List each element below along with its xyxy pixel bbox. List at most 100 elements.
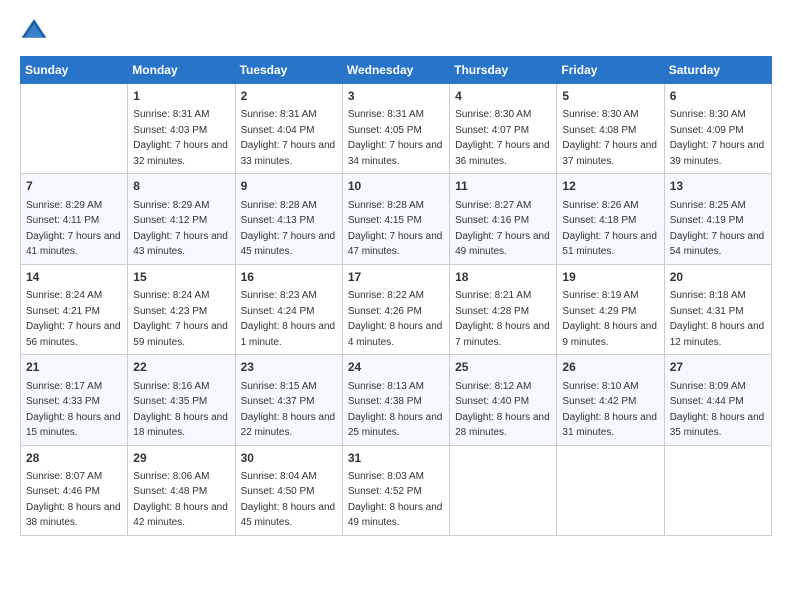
sunrise-text: Sunrise: 8:06 AM [133, 471, 209, 482]
day-number: 22 [133, 359, 229, 376]
calendar-cell: 12 Sunrise: 8:26 AM Sunset: 4:18 PM Dayl… [557, 174, 664, 264]
sunset-text: Sunset: 4:40 PM [455, 396, 529, 407]
day-number: 23 [241, 359, 337, 376]
day-number: 26 [562, 359, 658, 376]
sunset-text: Sunset: 4:48 PM [133, 486, 207, 497]
page-header [20, 16, 772, 44]
sunrise-text: Sunrise: 8:28 AM [241, 200, 317, 211]
daylight-text: Daylight: 7 hours and 49 minutes. [455, 231, 550, 258]
sunset-text: Sunset: 4:13 PM [241, 215, 315, 226]
sunset-text: Sunset: 4:18 PM [562, 215, 636, 226]
sunrise-text: Sunrise: 8:29 AM [26, 200, 102, 211]
header-cell-wednesday: Wednesday [342, 57, 449, 84]
daylight-text: Daylight: 8 hours and 12 minutes. [670, 321, 765, 348]
day-number: 4 [455, 88, 551, 105]
day-number: 24 [348, 359, 444, 376]
sunset-text: Sunset: 4:44 PM [670, 396, 744, 407]
calendar-cell: 6 Sunrise: 8:30 AM Sunset: 4:09 PM Dayli… [664, 84, 771, 174]
calendar-cell: 27 Sunrise: 8:09 AM Sunset: 4:44 PM Dayl… [664, 355, 771, 445]
sunrise-text: Sunrise: 8:24 AM [133, 290, 209, 301]
calendar-cell: 3 Sunrise: 8:31 AM Sunset: 4:05 PM Dayli… [342, 84, 449, 174]
calendar-cell [450, 445, 557, 535]
header-cell-saturday: Saturday [664, 57, 771, 84]
daylight-text: Daylight: 8 hours and 15 minutes. [26, 412, 121, 439]
day-number: 28 [26, 450, 122, 467]
daylight-text: Daylight: 7 hours and 47 minutes. [348, 231, 443, 258]
calendar-cell: 22 Sunrise: 8:16 AM Sunset: 4:35 PM Dayl… [128, 355, 235, 445]
calendar-cell: 30 Sunrise: 8:04 AM Sunset: 4:50 PM Dayl… [235, 445, 342, 535]
day-number: 27 [670, 359, 766, 376]
sunset-text: Sunset: 4:04 PM [241, 125, 315, 136]
daylight-text: Daylight: 7 hours and 32 minutes. [133, 140, 228, 167]
calendar-cell: 18 Sunrise: 8:21 AM Sunset: 4:28 PM Dayl… [450, 264, 557, 354]
sunset-text: Sunset: 4:29 PM [562, 306, 636, 317]
sunset-text: Sunset: 4:21 PM [26, 306, 100, 317]
day-number: 31 [348, 450, 444, 467]
sunset-text: Sunset: 4:11 PM [26, 215, 99, 226]
daylight-text: Daylight: 7 hours and 39 minutes. [670, 140, 765, 167]
logo [20, 16, 52, 44]
header-cell-tuesday: Tuesday [235, 57, 342, 84]
sunset-text: Sunset: 4:12 PM [133, 215, 207, 226]
day-number: 2 [241, 88, 337, 105]
calendar-cell: 26 Sunrise: 8:10 AM Sunset: 4:42 PM Dayl… [557, 355, 664, 445]
sunset-text: Sunset: 4:24 PM [241, 306, 315, 317]
sunrise-text: Sunrise: 8:31 AM [348, 109, 424, 120]
sunset-text: Sunset: 4:15 PM [348, 215, 422, 226]
sunset-text: Sunset: 4:09 PM [670, 125, 744, 136]
calendar-cell: 9 Sunrise: 8:28 AM Sunset: 4:13 PM Dayli… [235, 174, 342, 264]
sunrise-text: Sunrise: 8:26 AM [562, 200, 638, 211]
day-number: 3 [348, 88, 444, 105]
sunrise-text: Sunrise: 8:30 AM [562, 109, 638, 120]
calendar-cell: 10 Sunrise: 8:28 AM Sunset: 4:15 PM Dayl… [342, 174, 449, 264]
daylight-text: Daylight: 8 hours and 45 minutes. [241, 502, 336, 529]
calendar-cell [21, 84, 128, 174]
header-cell-monday: Monday [128, 57, 235, 84]
calendar-table: SundayMondayTuesdayWednesdayThursdayFrid… [20, 56, 772, 536]
calendar-week-row: 14 Sunrise: 8:24 AM Sunset: 4:21 PM Dayl… [21, 264, 772, 354]
sunset-text: Sunset: 4:37 PM [241, 396, 315, 407]
daylight-text: Daylight: 8 hours and 49 minutes. [348, 502, 443, 529]
day-number: 1 [133, 88, 229, 105]
sunrise-text: Sunrise: 8:19 AM [562, 290, 638, 301]
sunset-text: Sunset: 4:46 PM [26, 486, 100, 497]
sunset-text: Sunset: 4:42 PM [562, 396, 636, 407]
daylight-text: Daylight: 7 hours and 34 minutes. [348, 140, 443, 167]
day-number: 6 [670, 88, 766, 105]
day-number: 12 [562, 178, 658, 195]
calendar-cell: 7 Sunrise: 8:29 AM Sunset: 4:11 PM Dayli… [21, 174, 128, 264]
daylight-text: Daylight: 7 hours and 43 minutes. [133, 231, 228, 258]
sunrise-text: Sunrise: 8:15 AM [241, 381, 317, 392]
daylight-text: Daylight: 7 hours and 45 minutes. [241, 231, 336, 258]
daylight-text: Daylight: 7 hours and 51 minutes. [562, 231, 657, 258]
daylight-text: Daylight: 8 hours and 42 minutes. [133, 502, 228, 529]
daylight-text: Daylight: 8 hours and 25 minutes. [348, 412, 443, 439]
sunrise-text: Sunrise: 8:10 AM [562, 381, 638, 392]
calendar-cell: 29 Sunrise: 8:06 AM Sunset: 4:48 PM Dayl… [128, 445, 235, 535]
calendar-cell: 5 Sunrise: 8:30 AM Sunset: 4:08 PM Dayli… [557, 84, 664, 174]
daylight-text: Daylight: 8 hours and 31 minutes. [562, 412, 657, 439]
sunrise-text: Sunrise: 8:13 AM [348, 381, 424, 392]
sunrise-text: Sunrise: 8:09 AM [670, 381, 746, 392]
sunrise-text: Sunrise: 8:30 AM [670, 109, 746, 120]
calendar-cell: 17 Sunrise: 8:22 AM Sunset: 4:26 PM Dayl… [342, 264, 449, 354]
sunrise-text: Sunrise: 8:31 AM [133, 109, 209, 120]
day-number: 7 [26, 178, 122, 195]
daylight-text: Daylight: 7 hours and 33 minutes. [241, 140, 336, 167]
daylight-text: Daylight: 7 hours and 36 minutes. [455, 140, 550, 167]
daylight-text: Daylight: 7 hours and 56 minutes. [26, 321, 121, 348]
sunrise-text: Sunrise: 8:07 AM [26, 471, 102, 482]
sunset-text: Sunset: 4:23 PM [133, 306, 207, 317]
calendar-cell: 23 Sunrise: 8:15 AM Sunset: 4:37 PM Dayl… [235, 355, 342, 445]
sunrise-text: Sunrise: 8:17 AM [26, 381, 102, 392]
logo-icon [20, 16, 48, 44]
sunrise-text: Sunrise: 8:12 AM [455, 381, 531, 392]
sunrise-text: Sunrise: 8:24 AM [26, 290, 102, 301]
day-number: 25 [455, 359, 551, 376]
sunset-text: Sunset: 4:52 PM [348, 486, 422, 497]
header-cell-friday: Friday [557, 57, 664, 84]
day-number: 17 [348, 269, 444, 286]
sunset-text: Sunset: 4:50 PM [241, 486, 315, 497]
sunset-text: Sunset: 4:26 PM [348, 306, 422, 317]
day-number: 5 [562, 88, 658, 105]
